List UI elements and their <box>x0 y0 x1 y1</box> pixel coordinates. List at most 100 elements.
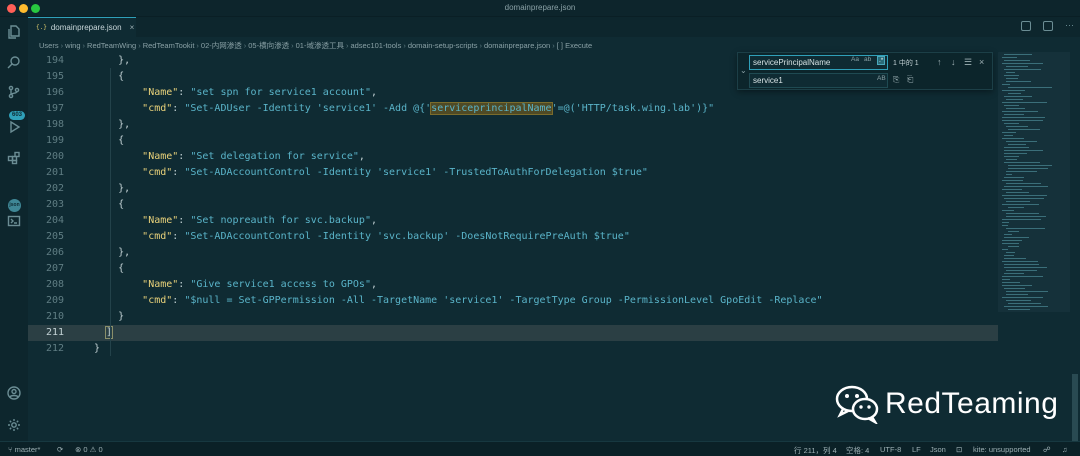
files-icon[interactable] <box>5 23 23 41</box>
replace-all-icon[interactable]: ⎗ <box>907 75 913 85</box>
regex-toggle[interactable]: .* <box>877 56 886 65</box>
vertical-scrollbar[interactable] <box>1072 52 1078 456</box>
search-match-highlight: serviceprincipalName <box>430 102 553 115</box>
indentation[interactable]: 空格: 4 <box>846 445 869 456</box>
code-line[interactable]: 207 { <box>28 261 998 277</box>
breadcrumb-item[interactable]: domainprepare.json <box>484 41 550 50</box>
previous-match-icon[interactable]: ↑ <box>937 57 942 67</box>
minimap-line <box>1004 186 1048 187</box>
feedback-icon[interactable]: ☍ <box>1043 445 1051 454</box>
toggle-replace-icon[interactable]: ⌄ <box>740 66 747 75</box>
settings-gear-icon[interactable] <box>5 416 23 434</box>
line-number: 195 <box>45 71 64 82</box>
breadcrumb-item[interactable]: RedTeamWing <box>87 41 136 50</box>
code-line[interactable]: 208 "Name": "Give service1 access to GPO… <box>28 277 998 293</box>
breadcrumb-separator: › <box>479 41 482 50</box>
code-token: "Set nopreauth for svc.backup" <box>190 215 371 226</box>
minimap-line <box>1006 294 1028 295</box>
cursor-position[interactable]: 行 211，列 4 <box>794 445 837 456</box>
source-control-icon[interactable] <box>5 83 23 101</box>
tab-domainprepare-json[interactable]: {.} domainprepare.json × <box>28 17 136 37</box>
code-token: , <box>370 215 377 226</box>
minimap-line <box>1004 96 1032 97</box>
branch-indicator[interactable]: ⑂ master* <box>8 445 40 454</box>
kite-status[interactable]: kite: unsupported <box>973 445 1031 454</box>
minimap-line <box>1004 237 1029 238</box>
next-match-icon[interactable]: ↓ <box>951 57 956 67</box>
minimap[interactable] <box>998 52 1070 436</box>
terminal-icon[interactable] <box>5 212 23 230</box>
split-editor-icon[interactable] <box>1043 21 1053 31</box>
close-find-icon[interactable]: × <box>979 57 984 67</box>
breadcrumb-item[interactable]: wing <box>65 41 80 50</box>
minimap-line <box>1004 75 1019 76</box>
run-debug-icon[interactable] <box>5 118 23 136</box>
breadcrumb-item[interactable]: adsec101-tools <box>350 41 401 50</box>
code-line[interactable]: 197 "cmd": "Set-ADUser -Identity 'servic… <box>28 101 998 117</box>
search-icon[interactable] <box>5 53 23 71</box>
minimap-line <box>1004 198 1044 199</box>
minimap-line <box>1006 183 1041 184</box>
code-line[interactable]: 206 }, <box>28 245 998 261</box>
account-icon[interactable] <box>5 384 23 402</box>
match-case-toggle[interactable]: Aa <box>851 56 859 63</box>
preserve-case-toggle[interactable]: AB <box>877 75 886 82</box>
code-line[interactable]: 201 "cmd": "Set-ADAccountControl -Identi… <box>28 165 998 181</box>
extensions-icon[interactable] <box>5 149 23 167</box>
code-line[interactable]: 200 "Name": "Set delegation for service"… <box>28 149 998 165</box>
sync-icon[interactable]: ⟳ <box>57 445 63 454</box>
code-token: '=@('HTTP/task.wing.lab')}" <box>551 103 715 114</box>
code-line[interactable]: 211 ] <box>28 325 998 341</box>
line-code: }, <box>94 245 130 261</box>
breadcrumb-item[interactable]: 01-域渗透工具 <box>296 41 344 50</box>
problems-indicator[interactable]: ⊗ 0 ⚠ 0 <box>75 445 103 454</box>
line-number: 202 <box>45 183 64 194</box>
code-line[interactable]: 203 { <box>28 197 998 213</box>
find-query: servicePrincipalName <box>753 58 831 67</box>
language-mode[interactable]: Json <box>930 445 946 454</box>
breadcrumb-item[interactable]: [ ] Execute <box>557 41 592 50</box>
replace-input[interactable]: service1 <box>749 73 888 88</box>
code-line[interactable]: 209 "cmd": "$null = Set-GPPermission -Al… <box>28 293 998 309</box>
close-tab-icon[interactable]: × <box>130 23 135 32</box>
encoding[interactable]: UTF-8 <box>880 445 901 454</box>
minimap-line <box>1004 60 1030 61</box>
breadcrumb-item[interactable]: domain-setup-scripts <box>408 41 478 50</box>
minimap-line <box>1006 66 1028 67</box>
code-line[interactable]: 198 }, <box>28 117 998 133</box>
breadcrumb-item[interactable]: 02-内网渗透 <box>201 41 242 50</box>
warning-count: 0 <box>98 445 103 454</box>
line-code: "Name": "set spn for service1 account", <box>94 85 377 101</box>
code-line[interactable]: 204 "Name": "Set nopreauth for svc.backu… <box>28 213 998 229</box>
minimap-line <box>1006 252 1015 253</box>
minimap-line <box>1002 117 1045 118</box>
line-number: 209 <box>45 295 64 306</box>
code-line[interactable]: 212} <box>28 341 998 357</box>
more-actions-icon[interactable]: ⋯ <box>1065 21 1074 31</box>
breadcrumb-item[interactable]: 05-横向渗透 <box>248 41 289 50</box>
code-line[interactable]: 199 { <box>28 133 998 149</box>
find-in-selection-icon[interactable]: ☰ <box>964 57 972 68</box>
end-of-line[interactable]: LF <box>912 445 921 454</box>
replace-one-icon[interactable]: ⎘ <box>893 75 899 85</box>
line-number: 206 <box>45 247 64 258</box>
compare-icon[interactable] <box>1021 21 1031 31</box>
code-line[interactable]: 205 "cmd": "Set-ADAccountControl -Identi… <box>28 229 998 245</box>
notifications-icon[interactable]: ♫ <box>1062 445 1068 454</box>
code-line[interactable]: 202 }, <box>28 181 998 197</box>
minimap-line <box>1006 174 1012 175</box>
code-editor[interactable]: 194 }, 195 {196 "Name": "set spn for serv… <box>28 52 998 436</box>
status-bar: ⑂ master* ⟳ ⊗ 0 ⚠ 0 行 211，列 4 空格: 4 UTF-… <box>0 441 1080 456</box>
minimap-line <box>1006 126 1028 127</box>
breadcrumb-item[interactable]: RedTeamTookit <box>143 41 195 50</box>
json-icon[interactable]: json <box>8 199 21 212</box>
whole-word-toggle[interactable]: ab <box>864 56 871 63</box>
code-line[interactable]: 210 } <box>28 309 998 325</box>
minimap-line <box>1008 93 1021 94</box>
breadcrumb-item[interactable]: Users <box>39 41 59 50</box>
format-icon[interactable]: ⊡ <box>956 445 962 454</box>
json-file-icon: {.} <box>36 24 47 31</box>
minimap-line <box>1004 156 1019 157</box>
